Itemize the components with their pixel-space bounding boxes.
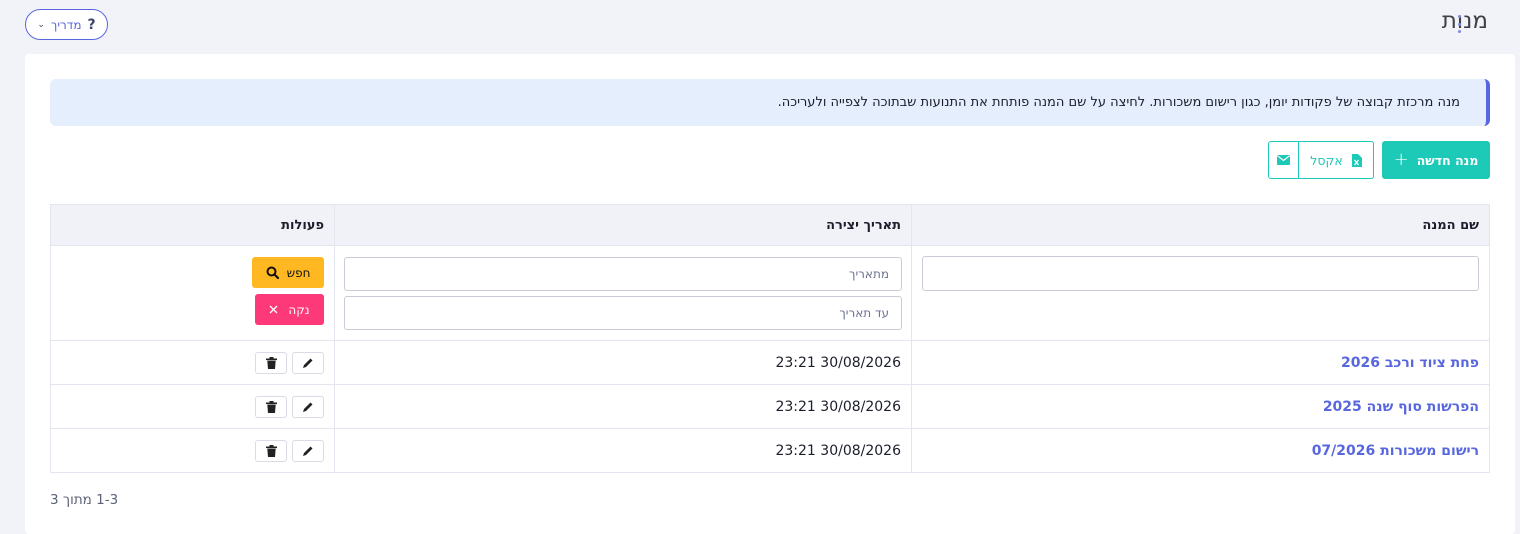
delete-button[interactable]	[255, 352, 287, 374]
filter-row: מתאריך עד תאריך חפש נקה	[51, 246, 1489, 341]
more-options-icon[interactable]	[1456, 15, 1462, 33]
edit-button[interactable]	[292, 440, 324, 462]
table-row: פחת ציוד ורכב 2026 30/08/2026 23:21	[51, 341, 1489, 385]
info-alert-text: מנה מרכזת קבוצה של פקודות יומן, כגון ריש…	[777, 95, 1460, 110]
clear-button[interactable]: נקה	[255, 294, 324, 325]
date-from-input[interactable]: מתאריך	[344, 257, 902, 291]
name-filter-input[interactable]	[922, 256, 1479, 291]
search-icon	[266, 266, 279, 279]
pencil-icon	[303, 446, 313, 456]
table-row: רישום משכורות 07/2026 30/08/2026 23:21	[51, 429, 1489, 473]
new-batch-label: מנה חדשה	[1416, 152, 1479, 168]
clear-button-label: נקה	[288, 302, 310, 317]
guide-button[interactable]: ? מדריך ⌄	[25, 9, 108, 40]
page-title: מנות	[1441, 8, 1488, 34]
batch-name-link[interactable]: רישום משכורות 07/2026	[1312, 443, 1479, 459]
new-batch-button[interactable]: מנה חדשה +	[1382, 141, 1490, 179]
pencil-icon	[303, 402, 313, 412]
help-icon: ?	[87, 16, 96, 33]
guide-button-label: מדריך	[50, 17, 82, 32]
search-button[interactable]: חפש	[252, 257, 324, 288]
batches-table: שם המנה תאריך יצירה פעולות מתאריך עד תאר…	[50, 204, 1490, 473]
close-icon	[269, 305, 278, 314]
email-button[interactable]	[1268, 141, 1299, 179]
edit-button[interactable]	[292, 352, 324, 374]
plus-icon: +	[1393, 149, 1409, 170]
delete-button[interactable]	[255, 396, 287, 418]
excel-export-button[interactable]: אקסל	[1298, 141, 1374, 179]
batch-created-date: 30/08/2026 23:21	[775, 398, 901, 415]
edit-button[interactable]	[292, 396, 324, 418]
date-to-input[interactable]: עד תאריך	[344, 296, 902, 330]
pencil-icon	[303, 358, 313, 368]
excel-file-icon	[1351, 153, 1362, 167]
delete-button[interactable]	[255, 440, 287, 462]
column-header-name: שם המנה	[911, 205, 1489, 245]
page-header: מנות ? מדריך ⌄	[0, 0, 1520, 50]
trash-icon	[265, 445, 277, 457]
column-header-date: תאריך יצירה	[334, 205, 911, 245]
batch-created-date: 30/08/2026 23:21	[775, 354, 901, 371]
batch-name-link[interactable]: הפרשות סוף שנה 2025	[1323, 399, 1479, 415]
envelope-icon	[1277, 155, 1290, 165]
table-header-row: שם המנה תאריך יצירה פעולות	[51, 205, 1489, 246]
chevron-down-icon: ⌄	[37, 19, 45, 30]
info-alert: מנה מרכזת קבוצה של פקודות יומן, כגון ריש…	[50, 79, 1490, 126]
trash-icon	[265, 401, 277, 413]
main-card: מנה מרכזת קבוצה של פקודות יומן, כגון ריש…	[25, 54, 1515, 534]
column-header-actions: פעולות	[281, 217, 324, 233]
excel-export-label: אקסל	[1310, 152, 1343, 168]
batch-created-date: 30/08/2026 23:21	[775, 442, 901, 459]
table-row: הפרשות סוף שנה 2025 30/08/2026 23:21	[51, 385, 1489, 429]
pagination-info: 1-3 מתוך 3	[50, 492, 119, 508]
search-button-label: חפש	[286, 265, 311, 280]
batch-name-link[interactable]: פחת ציוד ורכב 2026	[1341, 355, 1479, 371]
trash-icon	[265, 357, 277, 369]
